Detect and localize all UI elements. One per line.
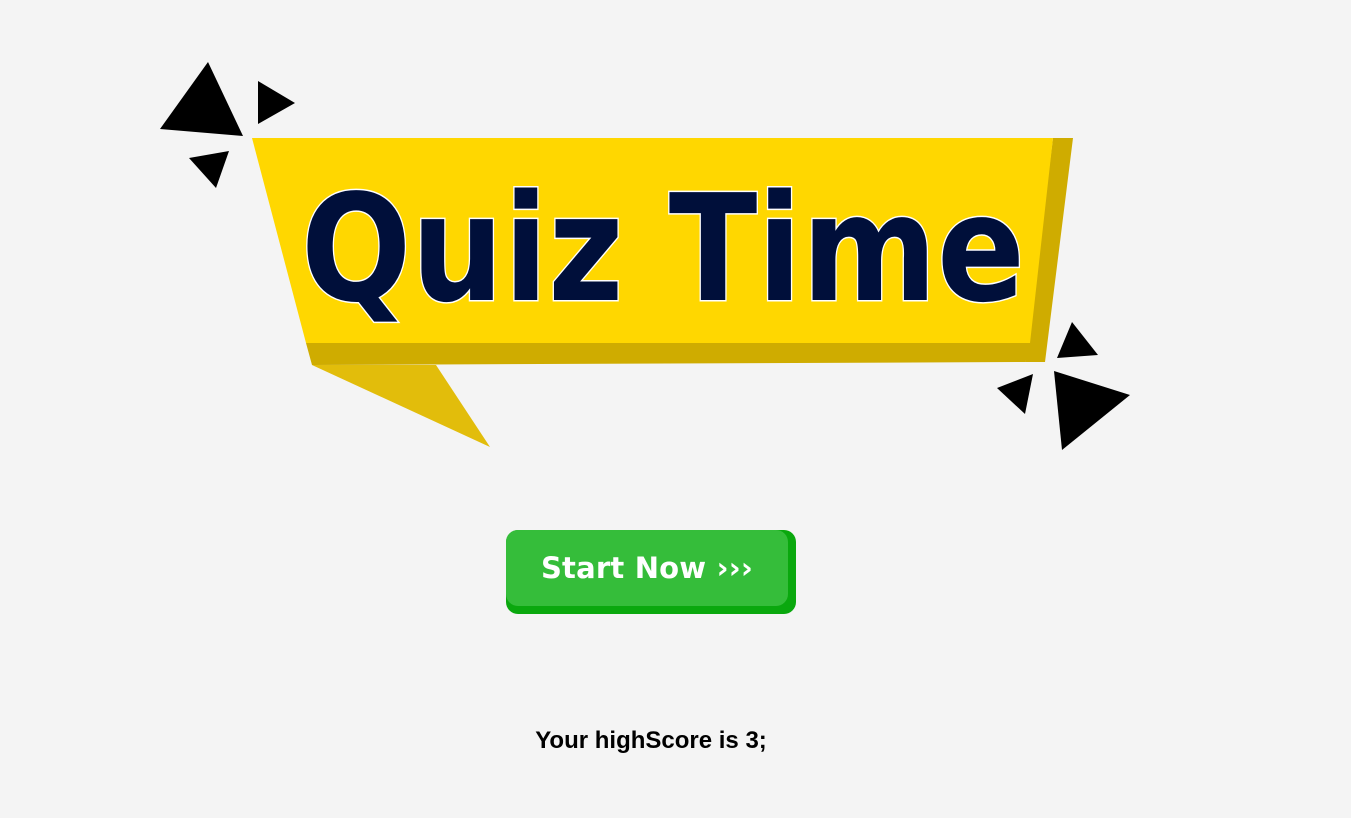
start-button-label: Start Now ›››: [540, 551, 754, 585]
highscore-text: Your highScore is 3;: [535, 727, 767, 754]
confetti-triangle: [1054, 371, 1130, 450]
start-now-button[interactable]: Start Now ›››: [506, 530, 796, 614]
confetti-triangle: [1057, 322, 1098, 358]
confetti-triangle: [997, 374, 1033, 414]
confetti-triangle: [160, 62, 243, 136]
ribbon-tail: [312, 365, 490, 447]
quiz-time-banner: Quiz Time: [160, 62, 1130, 450]
ribbon-bottom-edge: [306, 343, 1030, 365]
start-button-face: Start Now ›››: [506, 530, 788, 606]
quiz-start-screen: Quiz Time Start Now ››› Your highScore i…: [0, 0, 1351, 818]
banner-title: Quiz Time: [301, 163, 1025, 335]
confetti-triangle: [258, 81, 295, 124]
confetti-triangle: [189, 151, 229, 188]
